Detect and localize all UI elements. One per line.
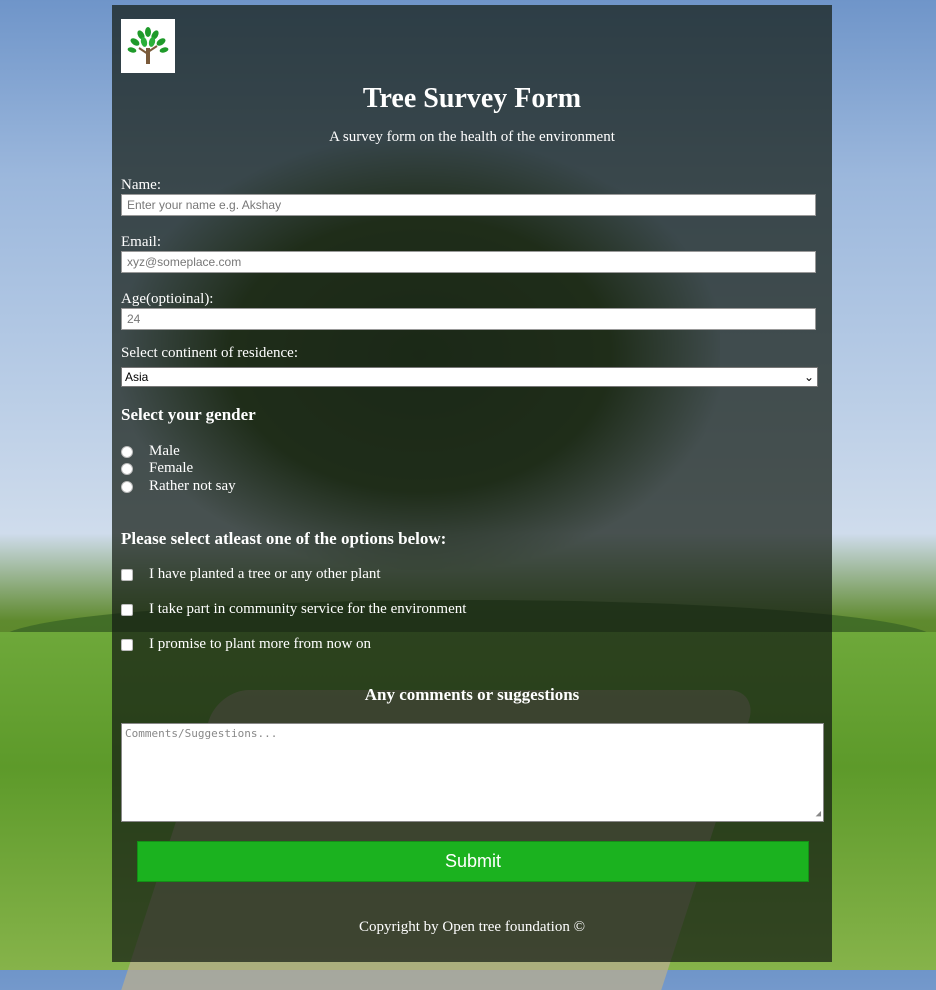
chevron-down-icon: ⌄ [803,370,814,384]
submit-button[interactable]: Submit [137,841,809,882]
continent-label: Select continent of residence: [121,345,299,361]
age-label: Age(optioinal): [121,291,214,307]
tree-icon [127,27,169,64]
email-label: Email: [121,234,161,250]
page-title: Tree Survey Form [362,83,582,114]
options-heading: Please select atleast one of the options… [121,529,447,548]
gender-option-female[interactable]: Female [121,460,193,477]
radio-button[interactable] [121,480,133,493]
checkbox-option-label: I promise to plant more from now on [149,636,372,652]
gender-option-label: Male [149,443,180,459]
continent-select[interactable]: Asia ⌄ [121,367,818,387]
footer-copyright: Copyright by Open tree foundation © [359,919,585,935]
resize-handle-icon[interactable]: ◢ [816,809,821,819]
name-input[interactable]: Enter your name e.g. Akshay [121,194,816,216]
page-subtitle: A survey form on the health of the envir… [329,129,615,145]
checkbox[interactable] [121,603,133,616]
checkbox[interactable] [121,638,133,651]
comments-textarea[interactable]: Comments/Suggestions... ◢ [121,723,824,822]
checkbox-option-planted[interactable]: I have planted a tree or any other plant [121,566,381,583]
radio-button[interactable] [121,462,133,475]
checkbox[interactable] [121,568,133,581]
checkbox-option-promise[interactable]: I promise to plant more from now on [121,636,371,653]
comments-heading: Any comments or suggestions [364,685,580,704]
survey-form-panel: Tree Survey Form A survey form on the he… [112,5,832,962]
tree-logo [121,19,175,73]
gender-option-male[interactable]: Male [121,443,180,460]
gender-option-rather-not-say[interactable]: Rather not say [121,478,236,495]
gender-heading: Select your gender [121,405,256,424]
continent-selected-value: Asia [125,370,149,384]
gender-option-label: Rather not say [149,478,236,494]
radio-button[interactable] [121,445,133,458]
checkbox-option-label: I take part in community service for the… [149,601,467,617]
checkbox-option-community[interactable]: I take part in community service for the… [121,601,466,618]
checkbox-option-label: I have planted a tree or any other plant [149,566,381,582]
name-label: Name: [121,177,161,193]
gender-option-label: Female [149,460,194,476]
email-input[interactable]: xyz@someplace.com [121,251,816,273]
comments-placeholder: Comments/Suggestions... [125,727,278,740]
age-input[interactable]: 24 [121,308,816,330]
